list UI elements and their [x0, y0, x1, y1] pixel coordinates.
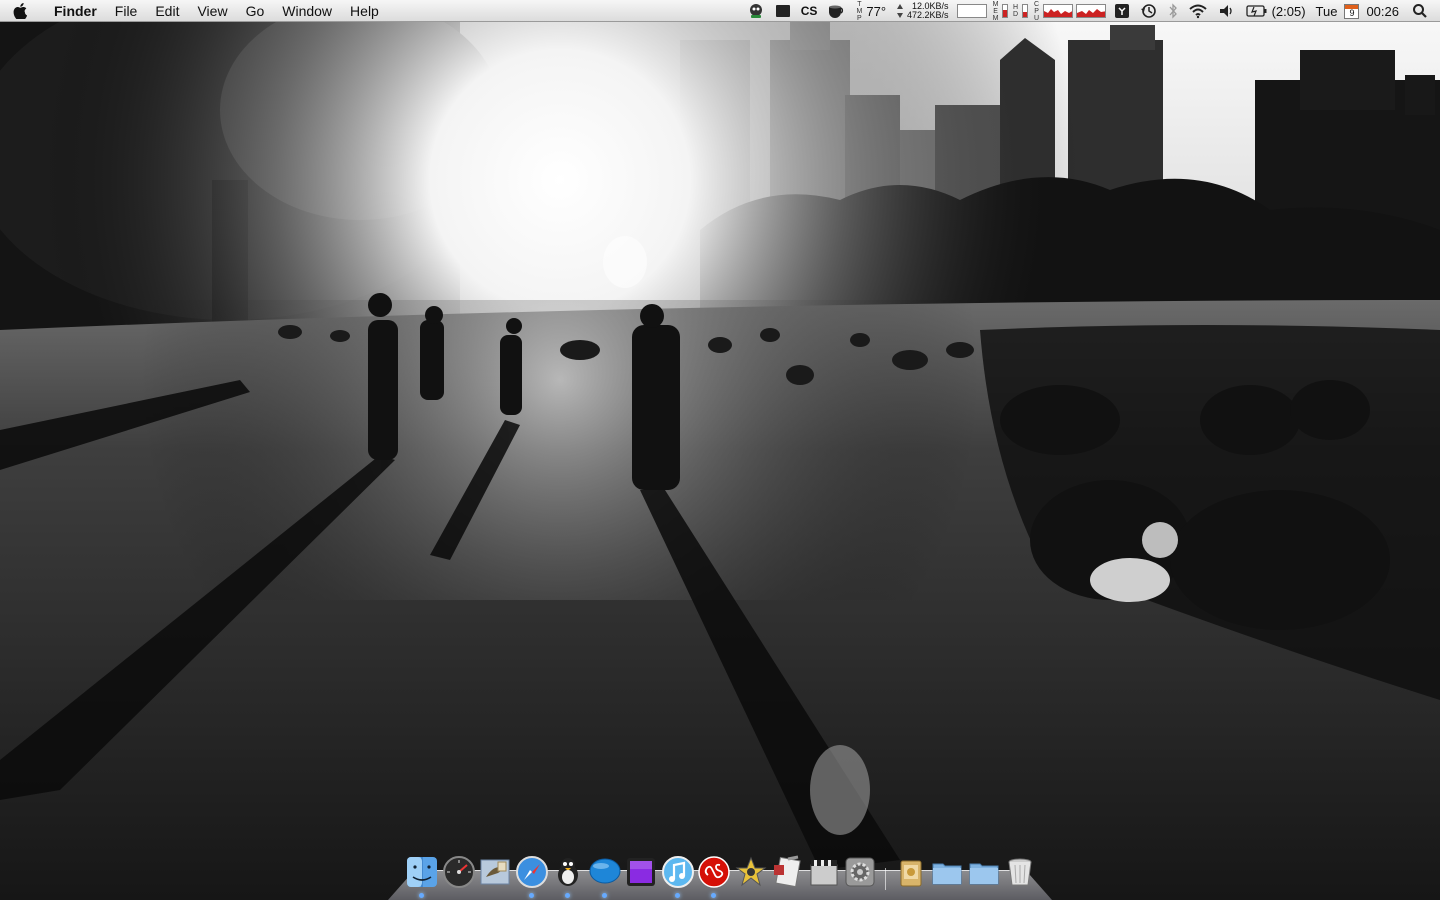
adium-status-icon[interactable] — [742, 0, 770, 22]
menu-view[interactable]: View — [188, 0, 236, 22]
dock-item-dashboard[interactable] — [441, 854, 477, 890]
dock-item-imovie[interactable] — [733, 854, 769, 890]
dock-stack-documents[interactable] — [929, 854, 965, 890]
folder-icon — [932, 863, 962, 885]
network-graph — [956, 4, 987, 18]
system-prefs-icon — [845, 857, 875, 887]
terminal-menu-icon[interactable] — [770, 0, 796, 22]
clock-time[interactable]: 00:26 — [1361, 0, 1404, 22]
safari-icon — [515, 856, 548, 888]
battery-icon — [1245, 5, 1267, 17]
itunes-icon — [661, 856, 694, 888]
net-download-rate: 472.2KB/s — [907, 10, 949, 20]
spotlight-icon[interactable] — [1404, 0, 1440, 22]
clapper-icon — [810, 860, 837, 886]
activity-graph[interactable] — [954, 0, 990, 22]
cs-label: CS — [800, 4, 818, 18]
hd-label: H D — [1013, 4, 1019, 18]
clock-day[interactable]: Tue — [1311, 0, 1343, 22]
trash-icon — [1008, 858, 1032, 886]
coffee-cup-icon[interactable] — [822, 0, 850, 22]
menu-edit[interactable]: Edit — [146, 0, 188, 22]
app-stack-icon — [900, 860, 921, 887]
cpu-graph-2 — [1075, 4, 1106, 18]
star-app-icon — [735, 856, 766, 887]
folder-icon — [969, 863, 998, 885]
dock-item-system-preferences[interactable] — [842, 854, 878, 890]
desktop-wallpaper — [0, 0, 1440, 900]
finder-icon — [407, 857, 437, 887]
script-icon — [774, 855, 801, 888]
clock-day-label: Tue — [1315, 3, 1338, 19]
menu-file[interactable]: File — [106, 0, 147, 22]
cpu-graph-1 — [1042, 4, 1073, 18]
dock-item-script-editor[interactable] — [769, 854, 805, 890]
mail-icon — [480, 859, 510, 885]
clock-time-label: 00:26 — [1366, 3, 1399, 19]
dock-item-mail[interactable] — [477, 854, 513, 890]
app-menu-finder[interactable]: Finder — [40, 0, 106, 22]
menu-window[interactable]: Window — [273, 0, 341, 22]
network-monitor[interactable]: 12.0KB/s 472.2KB/s — [891, 0, 954, 22]
dock-item-photo-booth[interactable] — [623, 854, 659, 890]
cpu-monitor[interactable]: C P U — [1030, 0, 1109, 22]
lastfm-icon — [698, 856, 730, 888]
apple-menu-icon[interactable] — [0, 0, 40, 22]
menu-bar: Finder File Edit View Go Window Help CS — [0, 0, 1440, 22]
desktop: Finder File Edit View Go Window Help CS — [0, 0, 1440, 900]
dock-item-final-cut[interactable] — [806, 854, 842, 890]
dock-item-itunes[interactable] — [660, 854, 696, 898]
dock-item-finder[interactable] — [404, 854, 440, 898]
mem-label: M E M — [992, 0, 999, 22]
running-indicator — [711, 893, 716, 898]
dock-item-skype[interactable] — [587, 854, 623, 898]
temperature-monitor[interactable]: T M P 77° — [850, 0, 891, 22]
dock-item-lastfm[interactable] — [696, 854, 732, 898]
cpu-label: C P U — [1034, 0, 1040, 22]
dock-separator — [879, 854, 893, 890]
calendar-date: 9 — [1349, 7, 1355, 18]
disk-bar — [1021, 4, 1028, 18]
temp-label: T M P — [856, 0, 863, 22]
dock-item-trash[interactable] — [1002, 854, 1038, 890]
running-indicator — [419, 893, 424, 898]
running-indicator — [565, 893, 570, 898]
volume-icon[interactable] — [1213, 0, 1241, 22]
dock-stack-downloads[interactable] — [966, 854, 1002, 890]
cs-menu-item[interactable]: CS — [796, 0, 823, 22]
time-machine-icon[interactable] — [1135, 0, 1163, 22]
running-indicator — [674, 893, 680, 898]
running-indicator — [528, 893, 534, 898]
battery-time: (2:05) — [1271, 3, 1306, 19]
wifi-icon[interactable] — [1183, 0, 1213, 22]
temperature-value: 77° — [866, 3, 887, 19]
bluetooth-icon[interactable] — [1163, 0, 1183, 22]
purple-app-icon — [627, 858, 655, 886]
dock-item-safari[interactable] — [514, 854, 550, 898]
dashboard-icon — [442, 856, 475, 888]
dock — [388, 852, 1052, 900]
chat-bubble-icon — [589, 858, 620, 884]
memory-bar — [1001, 4, 1008, 18]
dock-stack-applications[interactable] — [893, 854, 929, 890]
adium-icon — [558, 858, 578, 886]
memory-monitor[interactable]: M E M — [990, 0, 1010, 22]
menu-extra-icon[interactable] — [1109, 0, 1135, 22]
disk-monitor[interactable]: H D — [1010, 0, 1030, 22]
calendar-icon[interactable]: 9 — [1342, 0, 1361, 22]
network-arrows-icon — [897, 4, 904, 18]
running-indicator — [601, 893, 607, 898]
menu-go[interactable]: Go — [237, 0, 274, 22]
battery-menu[interactable]: (2:05) — [1241, 0, 1311, 22]
menu-help[interactable]: Help — [341, 0, 388, 22]
dock-item-adium[interactable] — [550, 854, 586, 898]
